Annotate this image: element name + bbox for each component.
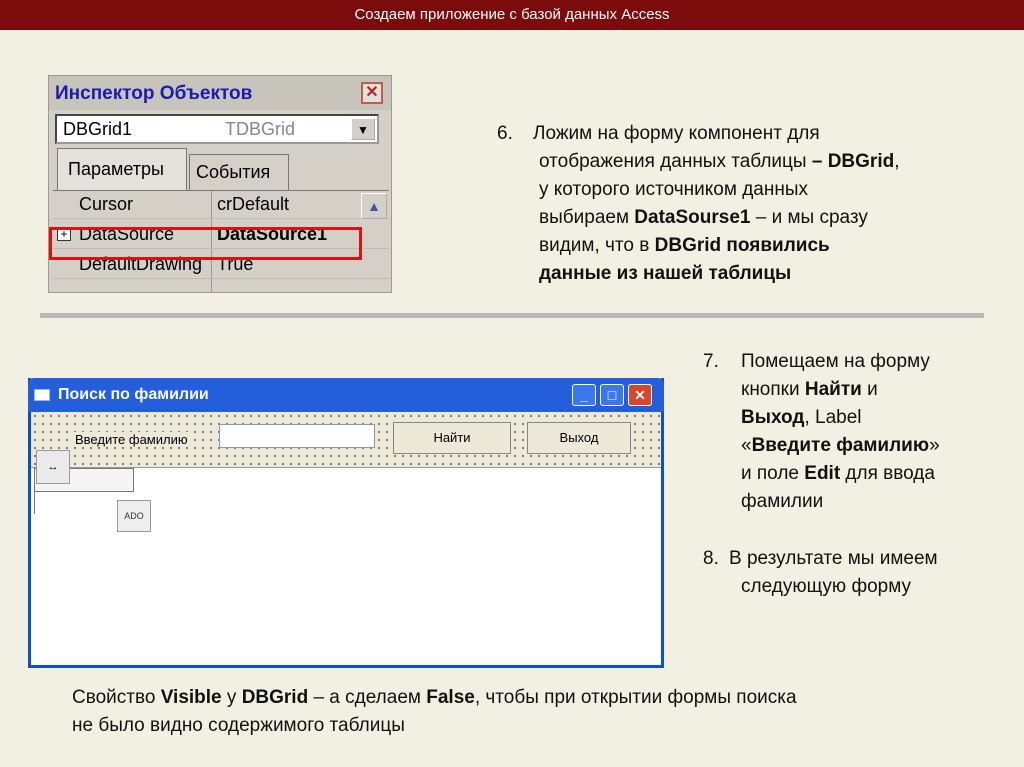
tab-events[interactable]: События — [189, 154, 289, 190]
text-line: не было видно содержимого таблицы — [72, 715, 405, 736]
step-7-text: 7. Помещаем на форму кнопки Найти и Выхо… — [703, 348, 1003, 516]
text-bold: DBGrid — [241, 687, 309, 708]
surname-input[interactable] — [219, 424, 375, 448]
text-bold: – DBGrid — [811, 151, 895, 172]
text-line: » — [929, 435, 940, 456]
property-value: crDefault — [217, 194, 290, 214]
step-number: 6. — [497, 123, 513, 144]
close-icon[interactable]: ✕ — [361, 82, 383, 104]
text-bold: DataSourse1 — [634, 207, 751, 228]
chevron-down-icon[interactable]: ▼ — [351, 118, 375, 140]
minimize-icon[interactable]: _ — [572, 384, 596, 406]
text-line: фамилии — [741, 491, 824, 512]
text-line: – и мы сразу — [750, 207, 868, 228]
surname-label: Введите фамилию — [73, 432, 190, 447]
text-bold: Найти — [804, 379, 862, 400]
inspector-title-bar: Инспектор Объектов ✕ — [49, 76, 391, 110]
text-line: и — [861, 379, 878, 400]
step-8-text: 8. В результате мы имеем следующую форму — [703, 545, 1003, 601]
text-bold: False — [426, 687, 475, 708]
text-line: « — [741, 435, 752, 456]
window-title: Поиск по фамилии — [58, 386, 209, 403]
text-line: кнопки — [741, 379, 805, 400]
step-number: 8. — [703, 548, 719, 569]
text-bold: Edit — [804, 463, 841, 484]
tab-events-label: События — [196, 162, 271, 182]
text-line: у — [221, 687, 242, 708]
top-panel: Введите фамилию Найти Выход — [31, 412, 661, 468]
component-name: DBGrid1 — [63, 119, 133, 139]
bottom-note: Свойство Visible у DBGrid – а сделаем Fa… — [72, 684, 972, 740]
text-line: Свойство — [72, 687, 161, 708]
text-line: у которого источником данных — [539, 179, 808, 200]
text-line: отображения данных таблицы — [539, 151, 812, 172]
text-line: – а сделаем — [308, 687, 427, 708]
text-bold: данные из нашей таблицы — [539, 263, 792, 284]
property-row[interactable]: Cursor crDefault — [53, 191, 389, 219]
divider — [40, 313, 984, 318]
window-title-bar: Поиск по фамилии _ □ ✕ — [28, 378, 664, 412]
text-bold: Visible — [160, 687, 222, 708]
window-icon — [34, 389, 50, 401]
text-line: Ложим на форму компонент для — [533, 123, 820, 144]
text-line: , чтобы при открытии формы поиска — [474, 687, 797, 708]
dbgrid-edge — [34, 492, 38, 514]
text-line: видим, что в — [539, 235, 655, 256]
maximize-icon[interactable]: □ — [600, 384, 624, 406]
text-line: , Label — [804, 407, 862, 428]
text-line: для ввода — [840, 463, 935, 484]
text-line: , — [894, 151, 900, 172]
text-line: В результате мы имеем — [729, 548, 938, 569]
tab-parameters-label: Параметры — [68, 159, 164, 179]
close-icon[interactable]: ✕ — [628, 384, 652, 406]
text-line: и поле — [741, 463, 805, 484]
text-bold: Выход — [741, 407, 805, 428]
tab-parameters[interactable]: Параметры — [57, 148, 187, 190]
inspector-title: Инспектор Объектов — [55, 83, 253, 104]
component-type: TDBGrid — [225, 119, 296, 139]
text-line: следующую форму — [741, 576, 911, 597]
object-inspector: Инспектор Объектов ✕ DBGrid1 TDBGrid ▼ П… — [48, 75, 392, 293]
text-line: выбираем — [539, 207, 635, 228]
step-6-text: 6. Ложим на форму компонент для отображе… — [497, 120, 997, 288]
datasource-component-icon[interactable]: ↔ — [36, 450, 70, 484]
slide-title: Создаем приложение с базой данных Access — [0, 0, 1024, 30]
step-number: 7. — [703, 351, 719, 372]
text-bold: Введите фамилию — [751, 435, 930, 456]
highlight-box — [49, 227, 362, 260]
search-form-window: Поиск по фамилии _ □ ✕ Введите фамилию Н… — [28, 378, 664, 668]
text-line: Помещаем на форму — [741, 351, 930, 372]
ado-component-icon[interactable]: ADO — [117, 500, 151, 532]
exit-button[interactable]: Выход — [527, 422, 631, 454]
property-name: Cursor — [79, 194, 134, 214]
find-button[interactable]: Найти — [393, 422, 511, 454]
scroll-up-icon[interactable]: ▲ — [361, 193, 387, 219]
component-selector[interactable]: DBGrid1 TDBGrid ▼ — [55, 114, 379, 144]
text-bold: DBGrid появились — [654, 235, 830, 256]
